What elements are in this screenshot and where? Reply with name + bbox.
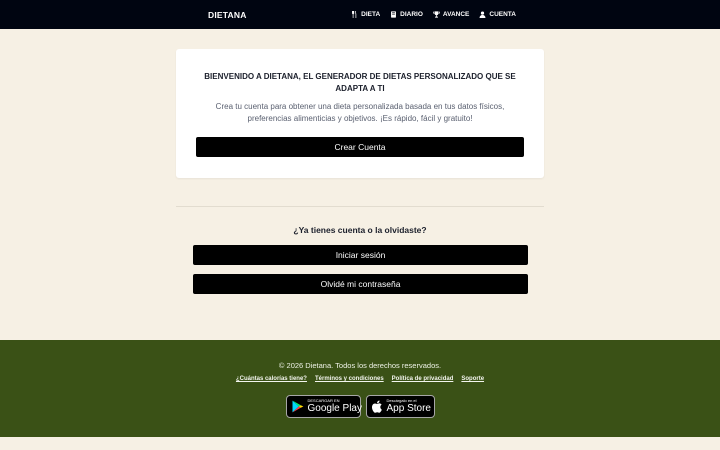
page-bottom: [0, 437, 720, 450]
brand-logo[interactable]: DIETANA: [208, 0, 247, 29]
apple-icon: [371, 400, 383, 413]
user-icon: [479, 11, 486, 18]
trophy-icon: [432, 11, 440, 18]
nav-label: CUENTA: [489, 11, 516, 18]
nav-label: DIETA: [361, 11, 381, 18]
footer-link-terms[interactable]: Términos y condiciones: [315, 376, 384, 382]
app-store-big-text: App Store: [386, 403, 431, 414]
welcome-text: Crea tu cuenta para obtener una dieta pe…: [215, 102, 505, 123]
create-account-button[interactable]: Crear Cuenta: [196, 137, 524, 157]
main-nav: DIETA DIARIO AVANCE CUENTA: [351, 0, 516, 29]
google-play-badge[interactable]: DESCARGAR EN Google Play: [285, 395, 362, 418]
footer-links: ¿Cuántas calorías tiene? Términos y cond…: [0, 376, 720, 382]
store-badges: DESCARGAR EN Google Play Descárgalo en e…: [0, 395, 720, 418]
footer-link-support[interactable]: Soporte: [461, 376, 484, 382]
login-question: ¿Ya tienes cuenta o la olvidaste?: [293, 225, 427, 235]
footer-link-calories[interactable]: ¿Cuántas calorías tiene?: [236, 376, 307, 382]
footer-link-privacy[interactable]: Política de privacidad: [392, 376, 454, 382]
google-play-icon: [292, 400, 304, 413]
welcome-title: BIENVENIDO A DIETANA, EL GENERADOR DE DI…: [204, 72, 516, 93]
divider: [176, 206, 544, 207]
app-store-badge[interactable]: Descárgalo en el App Store: [365, 395, 435, 418]
copyright-text: © 2026 Dietana. Todos los derechos reser…: [278, 361, 442, 370]
welcome-card: BIENVENIDO A DIETANA, EL GENERADOR DE DI…: [176, 49, 544, 178]
nav-label: DIARIO: [400, 11, 423, 18]
forgot-password-button[interactable]: Olvidé mi contraseña: [193, 274, 528, 294]
utensils-icon: [351, 11, 358, 18]
book-icon: [390, 11, 397, 18]
top-navbar: DIETANA DIETA DIARIO AVANCE CUENTA: [0, 0, 720, 29]
nav-item-cuenta[interactable]: CUENTA: [479, 11, 516, 18]
nav-item-dieta[interactable]: DIETA: [351, 11, 380, 18]
nav-item-diario[interactable]: DIARIO: [390, 11, 423, 18]
google-play-big-text: Google Play: [307, 403, 362, 414]
footer: © 2026 Dietana. Todos los derechos reser…: [0, 340, 720, 437]
nav-label: AVANCE: [442, 11, 470, 18]
login-button[interactable]: Iniciar sesión: [193, 245, 528, 265]
nav-item-avance[interactable]: AVANCE: [432, 11, 470, 18]
